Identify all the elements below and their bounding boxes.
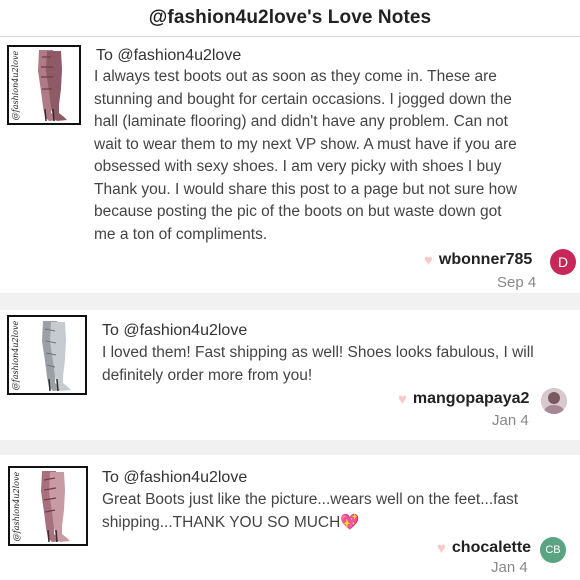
page-title: @fashion4u2love's Love Notes xyxy=(148,7,432,28)
author-avatar[interactable]: CB xyxy=(540,537,566,563)
note-body: I always test boots out as soon as they … xyxy=(94,68,518,243)
author-username[interactable]: mangopapaya2 xyxy=(413,390,529,408)
product-thumbnail[interactable]: @fashion4u2love xyxy=(7,45,81,125)
author-username[interactable]: wbonner785 xyxy=(439,251,532,269)
note-body: I loved them! Fast shipping as well! Sho… xyxy=(102,344,534,384)
heart-icon: ♥ xyxy=(424,251,433,269)
note-author[interactable]: ♥ mangopapaya2 xyxy=(398,390,529,408)
heart-icon: ♥ xyxy=(437,539,446,557)
note-author[interactable]: ♥ wbonner785 xyxy=(424,251,532,269)
note-recipient: To @fashion4u2love xyxy=(102,322,248,339)
love-note-card: @fashion4u2love To @fashion4u2love Great… xyxy=(0,455,580,580)
note-body: Great Boots just like the picture...wear… xyxy=(102,491,519,531)
product-thumbnail[interactable]: @fashion4u2love xyxy=(7,315,87,395)
note-author[interactable]: ♥ chocalette xyxy=(437,539,531,557)
author-avatar[interactable]: D xyxy=(550,249,576,275)
love-note-card: @fashion4u2love To @fashion4u2love I lov… xyxy=(0,310,580,440)
note-date: Jan 4 xyxy=(492,412,529,429)
note-recipient: To @fashion4u2love xyxy=(102,469,248,486)
love-note-card: @fashion4u2love To @fashion4u2love I alw… xyxy=(0,37,580,293)
note-date: Jan 4 xyxy=(491,559,528,576)
note-date: Sep 4 xyxy=(497,274,537,291)
shop-watermark: @fashion4u2love xyxy=(11,320,21,390)
shop-watermark: @fashion4u2love xyxy=(12,471,22,541)
author-username[interactable]: chocalette xyxy=(452,539,531,557)
note-recipient: To @fashion4u2love xyxy=(96,47,242,64)
page-header: @fashion4u2love's Love Notes xyxy=(0,0,580,37)
shop-watermark: @fashion4u2love xyxy=(11,50,21,120)
product-thumbnail[interactable]: @fashion4u2love xyxy=(8,466,88,546)
author-avatar[interactable] xyxy=(541,388,567,414)
user-photo-icon xyxy=(541,388,567,414)
heart-icon: ♥ xyxy=(398,390,407,408)
